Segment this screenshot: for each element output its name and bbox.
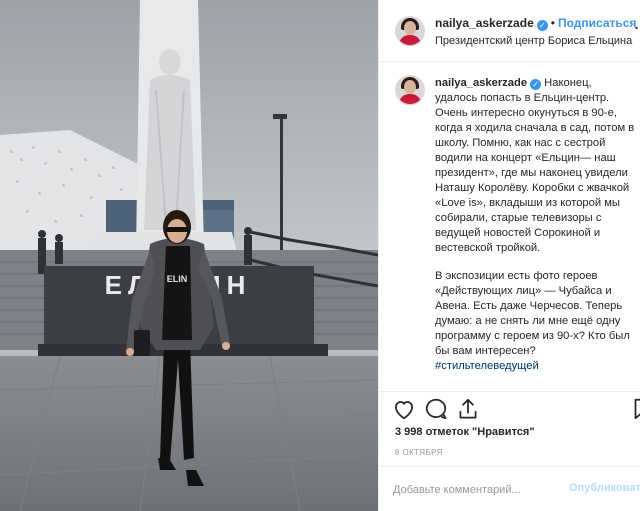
caption-verified-icon: ✓ <box>530 79 542 90</box>
comment-input[interactable] <box>393 481 563 499</box>
post-photo[interactable]: ЕЛЬЦИН ELIN <box>0 0 378 511</box>
post-date[interactable]: 8 октября <box>395 448 443 457</box>
follow-button[interactable]: Подписаться <box>558 16 636 30</box>
caption-text: nailya_askerzade ✓ Наконец, удалось попас… <box>435 76 635 374</box>
shirt-text: ELIN <box>167 274 188 284</box>
separator-dot: • <box>550 16 555 30</box>
likes-count[interactable]: 3 998 отметок "Нравится" <box>395 426 535 438</box>
caption-body-1: Наконец, удалось попасть в Ельцин-центр.… <box>435 77 635 254</box>
header-user-line: nailya_askerzade ✓ • Подписаться <box>435 16 636 31</box>
caption-avatar[interactable] <box>395 75 425 105</box>
comment-bar: Опубликовать <box>379 466 640 511</box>
more-options-icon[interactable]: … <box>634 17 640 31</box>
caption-paragraph-1: nailya_askerzade ✓ Наконец, удалось попас… <box>435 76 635 256</box>
caption-username[interactable]: nailya_askerzade <box>435 77 527 89</box>
caption-paragraph-2: В экспозиции есть фото героев «Действующ… <box>435 269 635 374</box>
post-caption: nailya_askerzade ✓ Наконец, удалось попас… <box>379 63 640 390</box>
publish-button[interactable]: Опубликовать <box>569 482 640 494</box>
caption-body-2: В экспозиции есть фото героев «Действующ… <box>435 270 630 357</box>
bookmark-icon[interactable] <box>629 396 640 422</box>
comment-icon[interactable] <box>423 396 449 422</box>
post-actions: 3 998 отметок "Нравится" 8 октября Опубл… <box>379 391 640 510</box>
avatar[interactable] <box>395 16 425 46</box>
post-photo-illustration: ЕЛЬЦИН ELIN <box>0 0 378 511</box>
post-header: nailya_askerzade ✓ • Подписаться Президентс… <box>379 0 640 62</box>
post-sidebar: nailya_askerzade ✓ • Подписаться Президентс… <box>378 0 640 511</box>
share-icon[interactable] <box>455 396 481 422</box>
location-link[interactable]: Президентский центр Бориса Ельцина <box>435 34 632 48</box>
header-username[interactable]: nailya_askerzade <box>435 16 534 30</box>
hashtag-link[interactable]: #стильтелеведущей <box>435 360 539 372</box>
heart-icon[interactable] <box>391 396 417 422</box>
verified-badge-icon: ✓ <box>536 20 548 31</box>
